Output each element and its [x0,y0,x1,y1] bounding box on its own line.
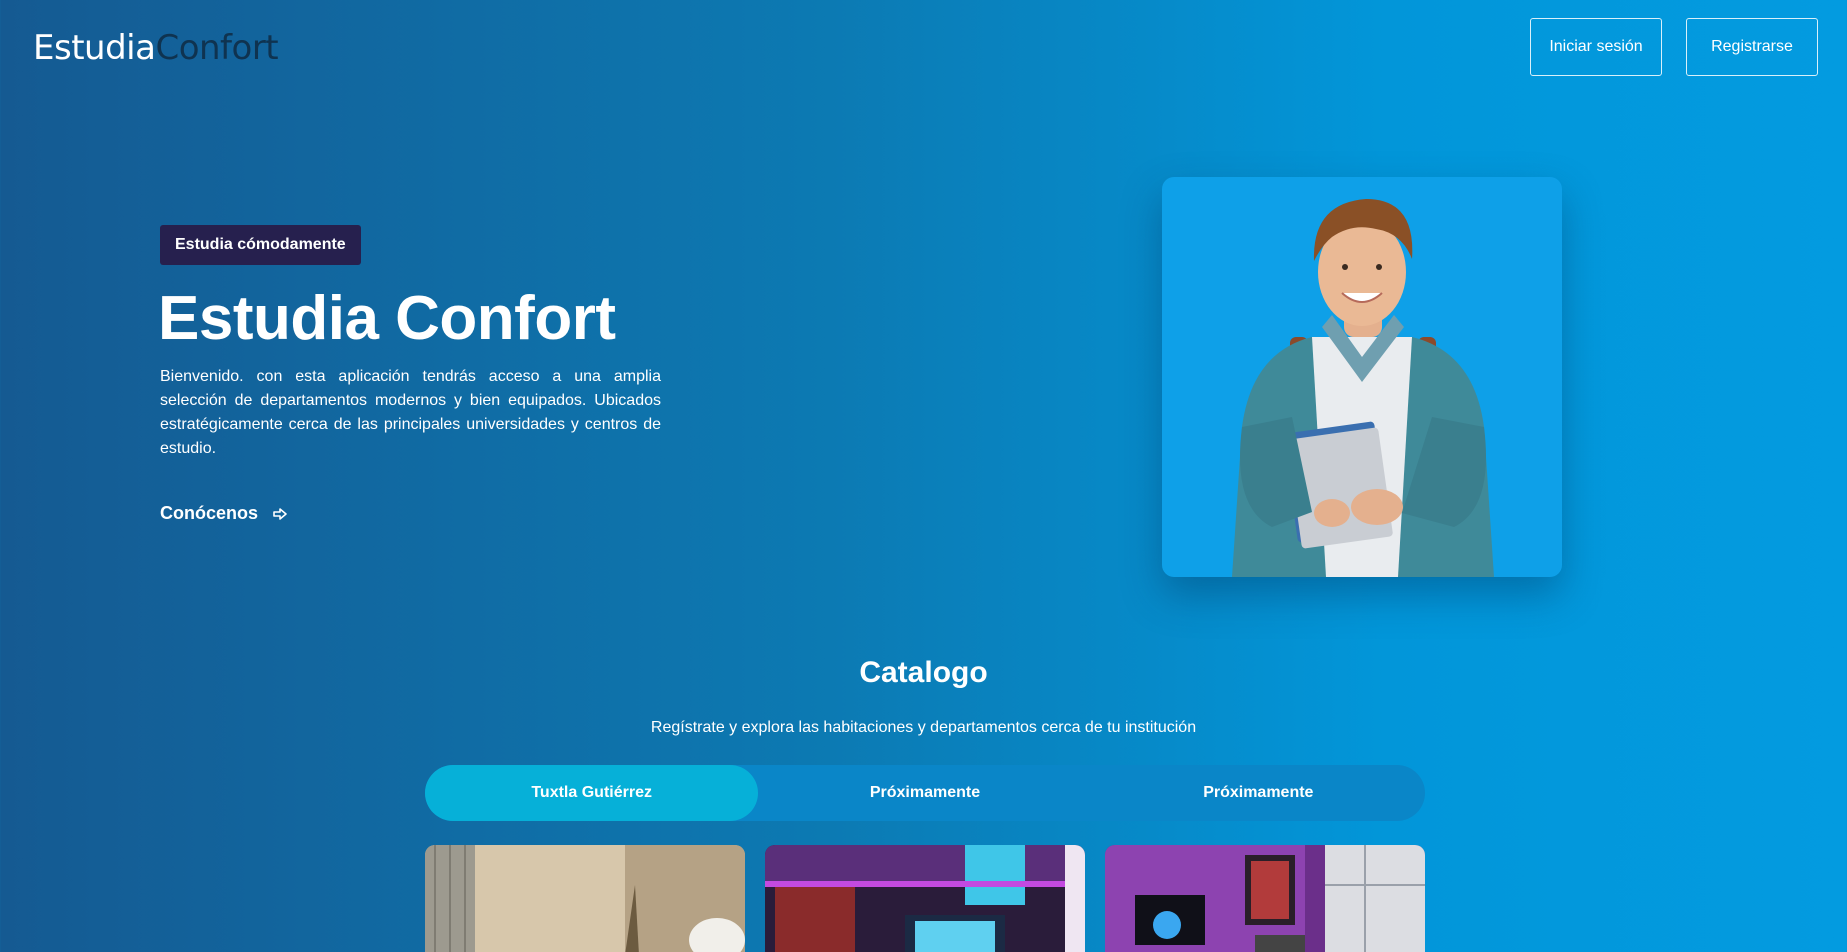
arrow-right-icon [273,507,287,520]
gaming-room-photo [765,845,1085,952]
hero-description: Bienvenido. con esta aplicación tendrás … [160,368,661,457]
about-link-label: Conócenos [160,503,259,523]
tab-coming-soon-1[interactable]: Próximamente [758,765,1091,821]
bathroom-photo [425,845,745,952]
hero-title: Estudia Confort [158,284,616,353]
student-photo [1162,177,1562,577]
bedroom-photo [1105,845,1425,952]
room-card-bathroom[interactable] [425,845,745,952]
logo[interactable]: EstudiaConfort [33,28,279,68]
logo-part-2: Confort [155,28,279,68]
tab-coming-soon-2[interactable]: Próximamente [1092,765,1425,821]
catalog-subtitle: Regístrate y explora las habitaciones y … [650,719,1197,736]
tab-tuxtla-gutierrez[interactable]: Tuxtla Gutiérrez [425,765,759,821]
login-button[interactable]: Iniciar sesión [1530,18,1662,76]
room-card-bedroom[interactable] [1105,845,1425,952]
room-card-gaming[interactable] [765,845,1085,952]
catalog-cards [425,845,1425,952]
hero-badge: Estudia cómodamente [160,225,361,265]
city-tabs: Tuxtla Gutiérrez Próximamente Próximamen… [425,765,1425,821]
register-button[interactable]: Registrarse [1686,18,1818,76]
about-link[interactable]: Conócenos [160,503,288,524]
logo-part-1: Estudia [33,28,156,68]
catalog-title: Catalogo [859,656,988,689]
site-header: EstudiaConfort Iniciar sesión Registrars… [0,0,1847,100]
student-illustration [1232,199,1494,577]
